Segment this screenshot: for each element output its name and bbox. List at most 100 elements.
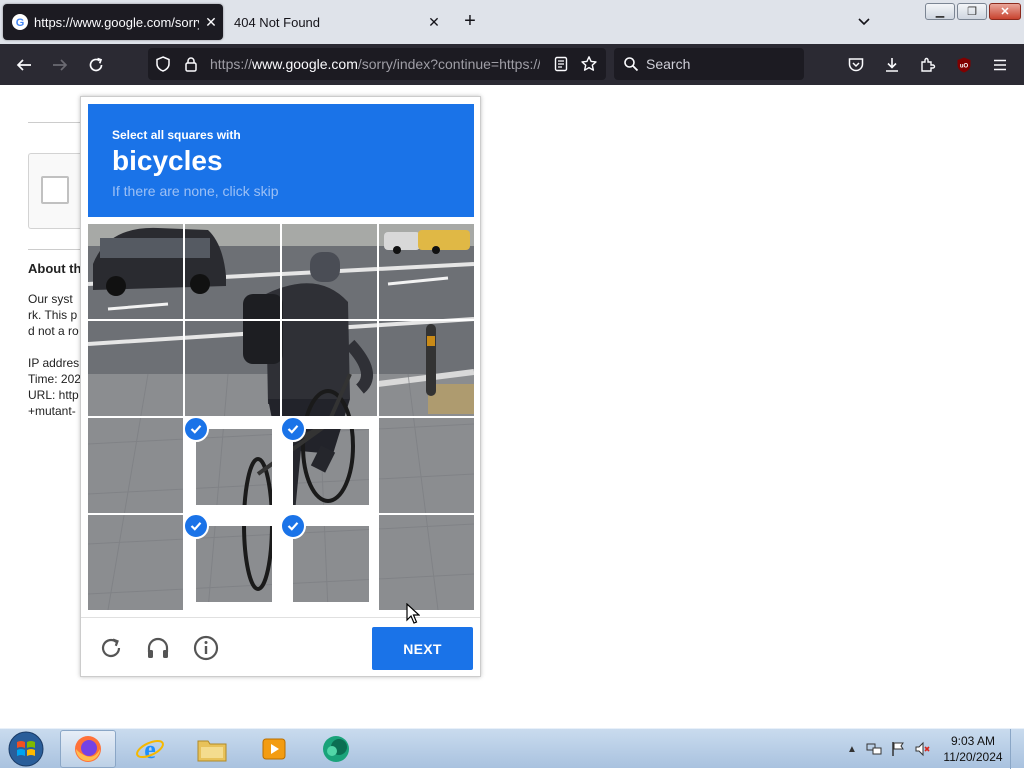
new-tab-button[interactable]: +: [458, 10, 482, 34]
reload-challenge-icon[interactable]: [95, 632, 127, 664]
file-explorer-icon[interactable]: [184, 730, 240, 768]
search-icon: [618, 51, 644, 77]
tab-title: 404 Not Found: [234, 14, 321, 30]
grid-tile[interactable]: [282, 224, 377, 319]
grid-tile[interactable]: [282, 515, 377, 610]
tile-image: [379, 321, 474, 416]
tile-image: [196, 429, 272, 505]
bookmark-star-icon[interactable]: [576, 51, 602, 77]
recaptcha-checkbox[interactable]: [41, 176, 69, 204]
show-desktop-button[interactable]: [1010, 729, 1024, 769]
info-line: IP addres: [28, 356, 80, 370]
windows-taskbar: e ▲ 9:03 AM 11/20/2024: [0, 728, 1024, 769]
grid-tile[interactable]: [379, 418, 474, 513]
pocket-icon[interactable]: [843, 52, 869, 78]
show-hidden-icons-icon[interactable]: ▲: [844, 741, 860, 757]
info-icon[interactable]: [190, 632, 222, 664]
divider: [28, 249, 88, 250]
lock-icon[interactable]: [178, 51, 204, 77]
grid-tile[interactable]: [282, 418, 377, 513]
firefox-icon[interactable]: [60, 730, 116, 768]
challenge-instruction: Select all squares with: [112, 128, 241, 142]
grid-tile[interactable]: [88, 224, 183, 319]
window-close-button[interactable]: ✕: [989, 3, 1021, 20]
chevron-down-icon[interactable]: [852, 10, 876, 34]
tile-image: [88, 224, 183, 319]
grid-tile[interactable]: [185, 418, 280, 513]
challenge-subtext: If there are none, click skip: [112, 183, 279, 199]
shield-icon[interactable]: [150, 51, 176, 77]
clock-date[interactable]: 11/20/2024: [940, 750, 1006, 764]
action-center-flag-icon[interactable]: [890, 741, 906, 757]
about-heading: About th: [28, 261, 82, 276]
app-icon[interactable]: [308, 730, 364, 768]
grid-tile[interactable]: [185, 321, 280, 416]
headphones-icon[interactable]: [142, 632, 174, 664]
divider: [28, 122, 88, 123]
info-line: Time: 202: [28, 372, 81, 386]
ublock-origin-icon[interactable]: uO: [951, 52, 977, 78]
reader-view-icon[interactable]: [548, 51, 574, 77]
svg-text:G: G: [16, 17, 25, 29]
window-minimize-button[interactable]: ▁: [925, 3, 955, 20]
search-input[interactable]: Search: [614, 48, 804, 80]
back-arrow-icon[interactable]: [11, 52, 37, 78]
google-icon: G: [12, 14, 28, 30]
tile-image: [282, 224, 377, 319]
tile-image: [282, 321, 377, 416]
tile-image: [293, 526, 369, 602]
tile-image: [185, 321, 280, 416]
next-button[interactable]: NEXT: [372, 627, 473, 670]
tab-strip: G https://www.google.com/sorry/index?con…: [0, 0, 1024, 44]
grid-tile[interactable]: [88, 515, 183, 610]
recaptcha-challenge: Select all squares with bicycles If ther…: [80, 96, 481, 677]
tile-image: [88, 418, 183, 513]
tile-image: [185, 224, 280, 319]
close-icon[interactable]: ✕: [199, 10, 223, 34]
address-bar[interactable]: https://www.google.com/sorry/index?conti…: [148, 48, 606, 80]
extensions-icon[interactable]: [915, 52, 941, 78]
search-placeholder: Search: [646, 56, 691, 72]
info-line: d not a ro: [28, 324, 79, 338]
grid-tile[interactable]: [88, 321, 183, 416]
start-button[interactable]: [6, 730, 46, 768]
grid-tile[interactable]: [379, 321, 474, 416]
tab-google-sorry[interactable]: G https://www.google.com/sorry/index?con…: [3, 4, 223, 40]
grid-tile[interactable]: [282, 321, 377, 416]
reload-icon[interactable]: [83, 52, 109, 78]
tile-image: [379, 515, 474, 610]
grid-tile[interactable]: [185, 515, 280, 610]
forward-arrow-icon[interactable]: [47, 52, 73, 78]
volume-muted-icon[interactable]: [914, 741, 930, 757]
info-line: URL: http: [28, 388, 79, 402]
grid-tile[interactable]: [88, 418, 183, 513]
tile-image: [88, 515, 183, 610]
svg-text:e: e: [144, 735, 156, 764]
download-icon[interactable]: [879, 52, 905, 78]
window-restore-button[interactable]: ❐: [957, 3, 987, 20]
tab-404[interactable]: 404 Not Found ✕: [226, 4, 446, 40]
tile-image: [379, 224, 474, 319]
challenge-object: bicycles: [112, 145, 223, 176]
clock-time[interactable]: 9:03 AM: [940, 734, 1006, 748]
network-icon[interactable]: [866, 741, 882, 757]
grid-tile[interactable]: [379, 515, 474, 610]
tile-image: [379, 418, 474, 513]
info-line: Our syst: [28, 292, 73, 306]
challenge-footer: NEXT: [81, 617, 480, 677]
grid-tile[interactable]: [379, 224, 474, 319]
media-player-icon[interactable]: [246, 730, 302, 768]
tile-image: [88, 321, 183, 416]
info-line: rk. This p: [28, 308, 78, 322]
navigation-toolbar: https://www.google.com/sorry/index?conti…: [0, 44, 1024, 85]
recaptcha-widget: [28, 153, 88, 229]
close-icon[interactable]: ✕: [422, 10, 446, 34]
svg-text:uO: uO: [960, 64, 969, 70]
grid-tile[interactable]: [185, 224, 280, 319]
url-text[interactable]: https://www.google.com/sorry/index?conti…: [210, 56, 540, 72]
tab-title: https://www.google.com/sorry/index?conti…: [34, 14, 199, 30]
menu-icon[interactable]: [987, 52, 1013, 78]
internet-explorer-icon[interactable]: e: [122, 730, 178, 768]
system-tray: ▲ 9:03 AM 11/20/2024: [840, 729, 1024, 769]
challenge-header: Select all squares with bicycles If ther…: [88, 104, 474, 217]
